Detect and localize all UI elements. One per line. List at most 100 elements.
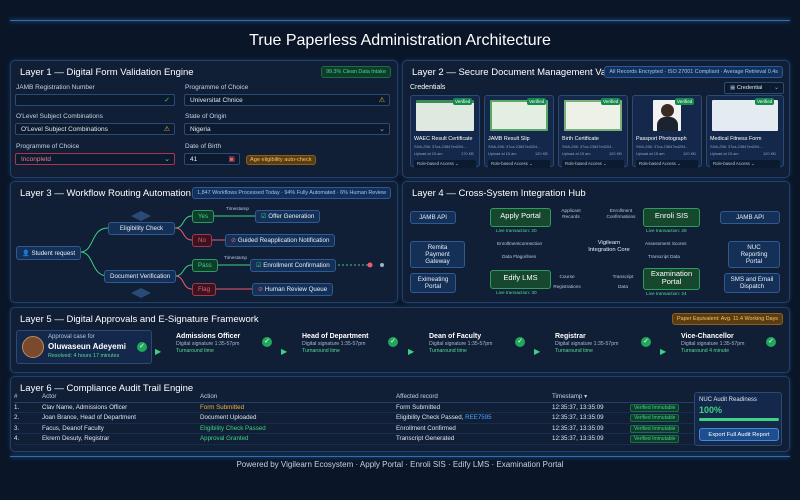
guided-reapplication-node[interactable]: ⊘ Guided Reapplication Notification: [225, 234, 336, 247]
edify-lms-node[interactable]: Edify LMS: [490, 270, 551, 289]
yes-branch-label: Yes: [192, 210, 215, 223]
row-action: Document Uploaded: [200, 412, 396, 424]
audit-header-row: # Actor Action Affected record Timestamp…: [14, 392, 706, 403]
row-record: Eligibility Check Passed, REE7595: [396, 412, 552, 424]
row-timestamp: 12:35:37, 13:35:09: [552, 423, 630, 434]
row-actor: Joan Brance, Head of Department: [42, 412, 200, 424]
row-record: Transcript Generated: [396, 433, 552, 445]
row-record: Form Submitted: [396, 402, 552, 413]
row-action: Approval Granted: [200, 433, 396, 445]
stage-arrow: ▶: [534, 347, 541, 356]
enrollment-confirmation-node[interactable]: ☑ Enrollment Confirmation: [250, 259, 336, 272]
row-number: 3.: [14, 423, 42, 434]
row-timestamp: 12:35:37, 13:35:09: [552, 412, 630, 424]
flow-label: Data Flagorlines: [502, 254, 537, 259]
status-dot-icon: [367, 262, 373, 268]
table-row[interactable]: 3. Facus, Deanof Faculty Eligibility Chec…: [14, 423, 706, 434]
case-resolved: Resolved: 4 hours 17 minutes: [48, 353, 120, 359]
jamb-api-right[interactable]: JAMB API: [720, 211, 780, 224]
col-record: Affected record: [396, 392, 552, 403]
col-action: Action: [200, 392, 396, 403]
edify-live-transaction: Live transaction: 30: [496, 290, 537, 295]
integration-hub[interactable]: Vigilearn Integration Core: [587, 240, 631, 254]
verified-immutable-badge: Verified Immutable: [630, 435, 680, 444]
pass-branch-label: Pass: [192, 259, 218, 272]
layer4-title: Layer 4 — Cross-System Integration Hub: [412, 188, 586, 199]
row-timestamp: 12:35:37, 13:35:09: [552, 402, 630, 413]
col-number: #: [14, 392, 42, 403]
flow-label: Applicant Records: [561, 208, 581, 219]
col-actor: Actor: [42, 392, 200, 403]
row-number: 4.: [14, 433, 42, 445]
exam-portal-node[interactable]: Examination Portal: [643, 268, 700, 290]
offer-generation-node[interactable]: ☑ Offer Generation: [255, 210, 321, 223]
decision-diamond-icon: [131, 211, 151, 221]
flow-label: Assessment Scores: [645, 241, 687, 246]
bottom-divider: [10, 456, 790, 457]
exam-live-transaction: Live transaction: 24: [646, 291, 687, 296]
apply-live-transaction: Live transaction: 20: [496, 228, 537, 233]
row-actor: Facus, Deanof Faculty: [42, 423, 200, 434]
row-action: Form Submitted: [200, 402, 396, 413]
document-verification-node[interactable]: Document Verification: [104, 270, 176, 283]
nuc-value: 100%: [699, 405, 723, 415]
timestamp-label: Timestamp: [226, 206, 250, 211]
sort-icon: ▾: [584, 393, 588, 401]
human-review-node[interactable]: ⊘ Human Review Queue: [252, 283, 334, 296]
avatar: [22, 336, 44, 358]
stage-arrow: ▶: [155, 347, 162, 356]
case-card[interactable]: Approval case for Oluwaseun Adeyemi Reso…: [16, 330, 152, 364]
row-record: Enrollment Confirmed: [396, 423, 552, 434]
row-actor: Ekrern Desuty, Registrar: [42, 433, 200, 445]
check-circle-icon: ✓: [766, 337, 776, 347]
stage-arrow: ▶: [281, 347, 288, 356]
student-request-node[interactable]: 👤 Student request: [16, 246, 82, 260]
flow-label: Enrollmentconnection: [497, 241, 543, 246]
check-circle-icon: ✓: [515, 337, 525, 347]
flow-label: Enrollment Confirmations: [606, 208, 636, 219]
stage-arrow: ▶: [408, 347, 415, 356]
nuc-readiness-card: NUC Audit Readiness 100% Export Full Aud…: [694, 392, 782, 446]
sms-dispatch[interactable]: SMS and Email Dispatch: [724, 273, 780, 293]
flow-label: Course Registrations: [553, 274, 581, 289]
table-row[interactable]: 4. Ekrern Desuty, Registrar Approval Grant…: [14, 433, 706, 445]
remita-gateway[interactable]: Remita Payment Gateway: [410, 241, 465, 268]
flag-branch-label: Flag: [192, 283, 217, 296]
enroll-sis-node[interactable]: Enroli SIS: [643, 208, 700, 227]
row-number: 2.: [14, 412, 42, 424]
flow-label: Transcript Data: [612, 274, 634, 289]
nuc-reporting[interactable]: NUC Reporting Portal: [728, 241, 780, 268]
nuc-progress-track: [699, 418, 779, 421]
table-row[interactable]: 2. Joan Brance, Head of Department Documen…: [14, 412, 706, 424]
review-icon: ⊘: [258, 286, 265, 293]
enroll-live-transaction: Live transaction: 28: [646, 228, 687, 233]
no-branch-label: No: [192, 234, 212, 247]
row-actor: Clav Name, Admissions Officer: [42, 402, 200, 413]
check-circle-icon: ✓: [262, 337, 272, 347]
row-action: Eligibility Check Passed: [200, 423, 396, 434]
timestamp-label: Timestamp: [224, 255, 248, 260]
export-audit-button[interactable]: Export Full Audit Report: [699, 428, 779, 441]
nuc-title: NUC Audit Readiness: [699, 397, 758, 403]
apply-portal-node[interactable]: Apply Portal: [490, 208, 551, 227]
col-timestamp[interactable]: Timestamp ▾: [552, 392, 630, 403]
stage-arrow: ▶: [660, 347, 667, 356]
check-circle-icon: ✓: [388, 337, 398, 347]
case-label: Approval case for: [48, 334, 95, 340]
case-name: Oluwaseun Adeyemi: [48, 342, 126, 351]
footer-text: Powered by Vigilearn Ecosystem · Apply P…: [236, 460, 564, 469]
layer5-title: Layer 5 — Digital Approvals and E-Signat…: [20, 314, 259, 325]
record-link[interactable]: REE7595: [465, 414, 492, 421]
table-row[interactable]: 1. Clav Name, Admissions Officer Form Subm…: [14, 402, 706, 413]
eligibility-check-node[interactable]: Eligibility Check: [108, 222, 175, 235]
jamb-api-left[interactable]: JAMB API: [410, 211, 456, 224]
verified-immutable-badge: Verified Immutable: [630, 414, 680, 423]
decision-diamond-icon: [131, 288, 151, 298]
row-number: 1.: [14, 402, 42, 413]
alert-icon: ⊘: [231, 237, 238, 244]
verified-immutable-badge: Verified Immutable: [630, 424, 680, 433]
check-circle-icon: ✓: [137, 342, 147, 352]
verified-immutable-badge: Verified Immutable: [630, 403, 680, 412]
layer5-badge: Paper Equivalent: Avg. 11.4 Working Days: [672, 313, 783, 325]
exit-portal[interactable]: Eximeating Portal: [410, 273, 456, 293]
